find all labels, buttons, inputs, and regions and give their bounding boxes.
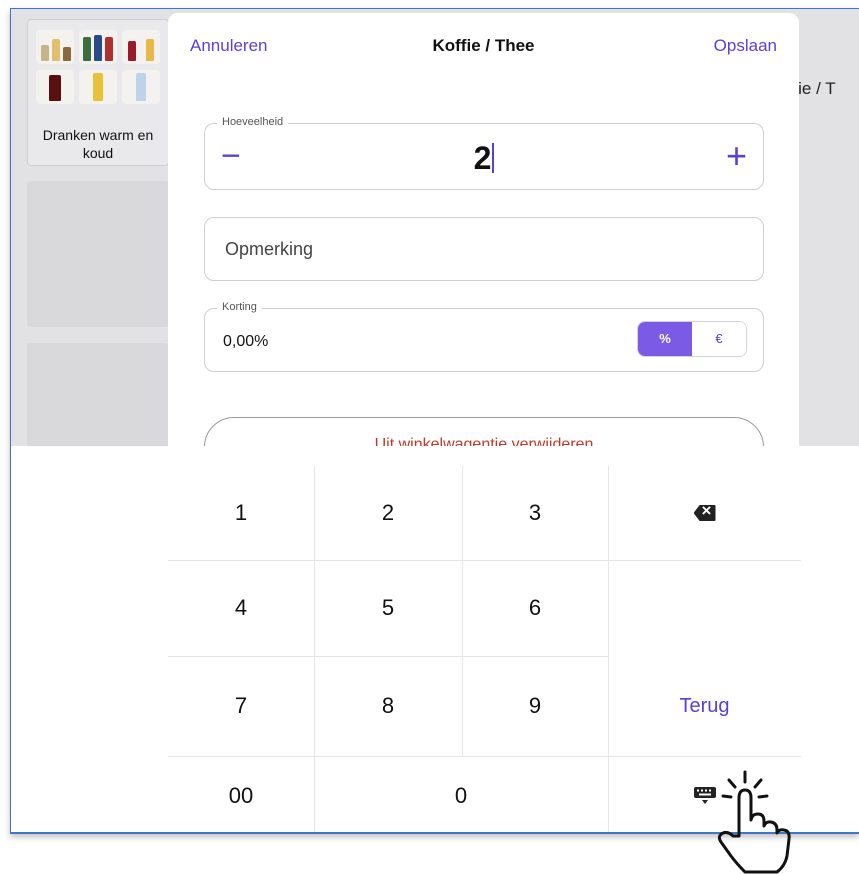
quantity-stepper: Hoeveelheid − 2 + [204,116,764,190]
pointing-hand-icon [717,770,791,874]
increment-button[interactable]: + [726,136,747,176]
key-6[interactable]: 6 [462,560,608,656]
drink-thumbnail [36,70,74,104]
key-8[interactable]: 8 [314,656,462,756]
key-2[interactable]: 2 [314,466,462,560]
drink-thumbnail [122,70,160,104]
key-7[interactable]: 7 [168,656,314,756]
quantity-value: 2 [473,140,492,176]
quantity-input[interactable]: 2 [205,140,763,177]
key-00[interactable]: 00 [168,756,314,832]
remark-input[interactable] [223,238,727,261]
quantity-legend: Hoeveelheid [217,116,289,128]
category-tile[interactable]: Dranken warm en koud [27,19,169,166]
category-tile-empty[interactable] [27,181,169,327]
cancel-button[interactable]: Annuleren [190,36,268,56]
drink-thumbnails [36,30,164,104]
keyboard-hide-icon [693,786,716,804]
key-3[interactable]: 3 [462,466,608,560]
euro-toggle[interactable]: € [692,322,746,356]
drink-thumbnail [79,30,117,64]
percent-toggle[interactable]: % [638,322,692,356]
drink-thumbnail [36,30,74,64]
save-button[interactable]: Opslaan [714,36,777,56]
key-0[interactable]: 0 [314,756,608,832]
key-9[interactable]: 9 [462,656,608,756]
discount-type-toggle: % € [637,321,747,357]
text-caret [492,143,495,173]
category-tile-empty[interactable] [27,343,169,453]
discount-legend: Korting [217,301,262,313]
drink-thumbnail [79,70,117,104]
discount-input[interactable]: 0,00% [223,333,268,351]
back-key[interactable]: Terug [608,656,801,756]
key-4[interactable]: 4 [168,560,314,656]
discount-field: Korting 0,00% % € [204,301,764,372]
key-5[interactable]: 5 [314,560,462,656]
key-1[interactable]: 1 [168,466,314,560]
drink-thumbnail [122,30,160,64]
backspace-key[interactable] [608,466,801,560]
category-label: Dranken warm en koud [42,127,154,161]
backspace-icon [693,505,716,521]
remark-field [204,217,764,281]
app-screen: Dranken warm en koud ffie / T Annuleren … [10,8,859,834]
